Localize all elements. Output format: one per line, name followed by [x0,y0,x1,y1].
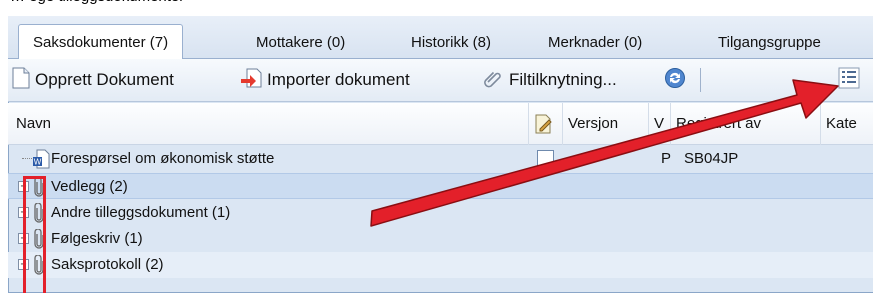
annotation-arrow [370,79,839,227]
